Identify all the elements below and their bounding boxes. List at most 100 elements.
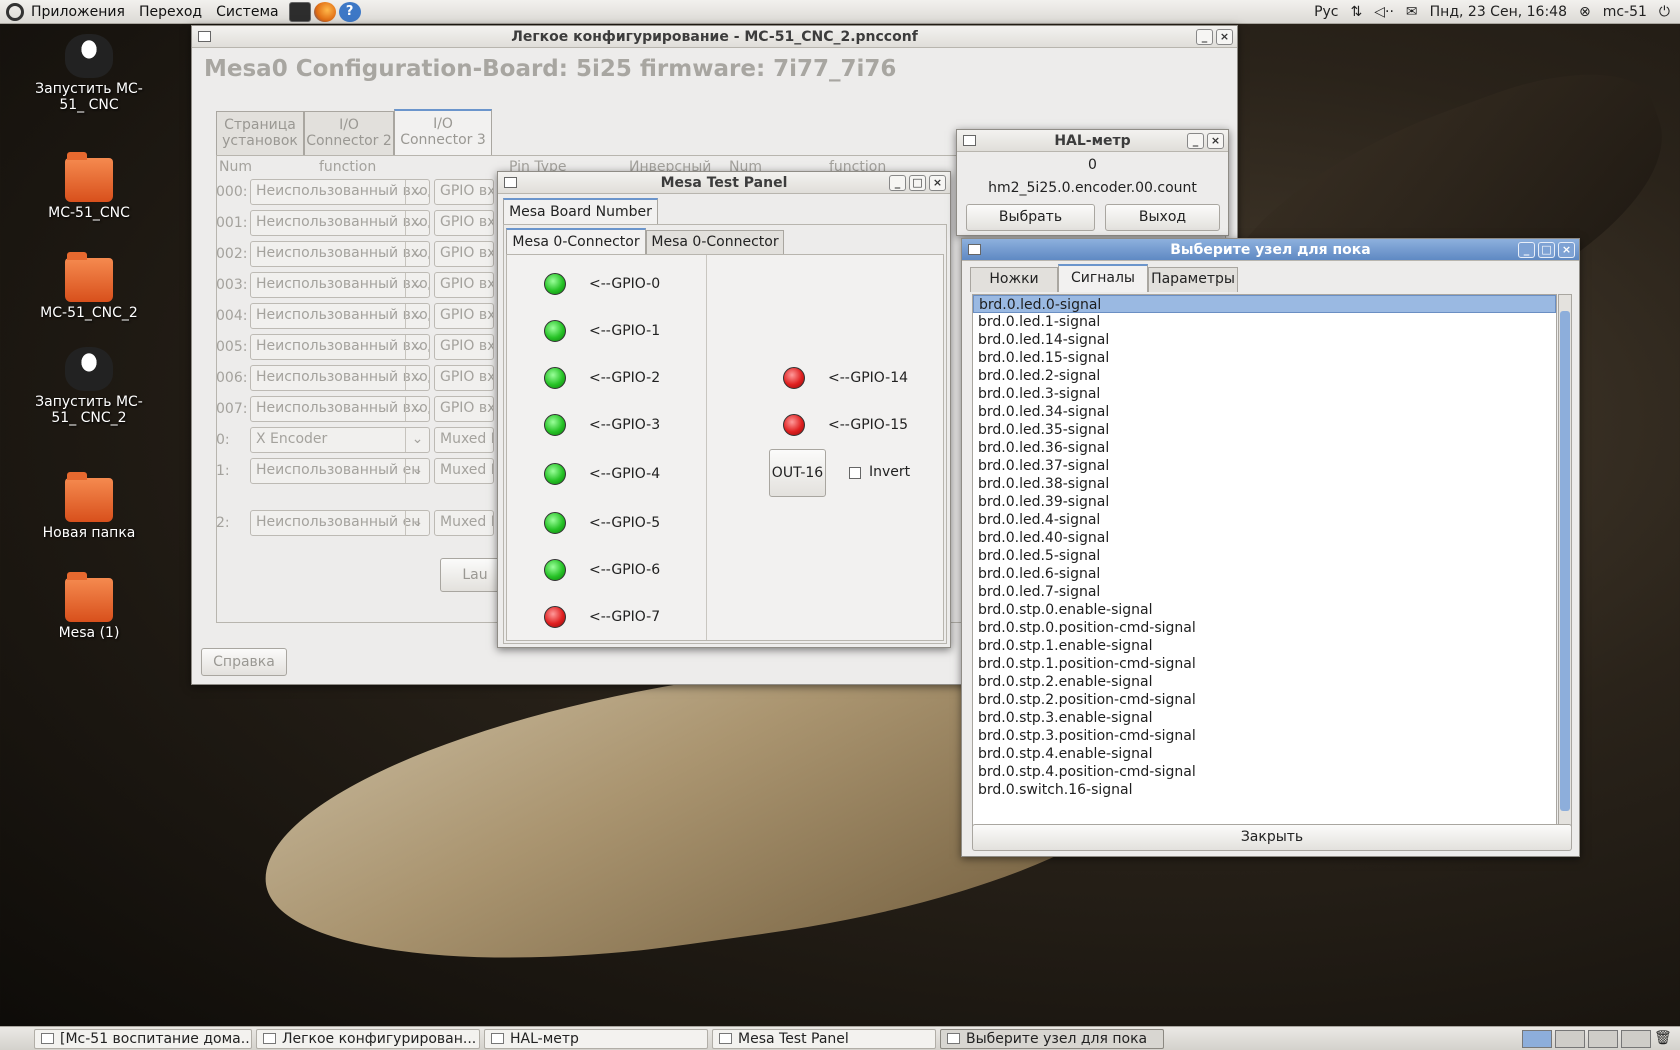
volume-icon[interactable]: ◁·· [1374, 4, 1394, 20]
list-item[interactable]: brd.0.led.35-signal [973, 421, 1556, 439]
menu-applications[interactable]: Приложения [24, 4, 132, 20]
task-signal-picker[interactable]: Выберите узел для пока [940, 1028, 1164, 1049]
list-item[interactable]: brd.0.led.38-signal [973, 475, 1556, 493]
pin-type-combo[interactable]: GPIO вх [434, 241, 494, 267]
pin-type-combo[interactable]: Muxed E [434, 427, 494, 453]
pin-type-combo[interactable]: GPIO вх [434, 396, 494, 422]
tab-io-connector-3[interactable]: I/O Connector 3 [394, 109, 492, 156]
desktop-icon-launch-cnc2[interactable]: Запустить MC-51_ CNC_2 [29, 347, 149, 426]
menu-places[interactable]: Переход [132, 4, 209, 20]
list-item[interactable]: brd.0.led.3-signal [973, 385, 1556, 403]
list-item[interactable]: brd.0.stp.2.position-cmd-signal [973, 691, 1556, 709]
menu-system[interactable]: Система [209, 4, 285, 20]
list-item[interactable]: brd.0.led.39-signal [973, 493, 1556, 511]
window-menu-icon[interactable] [963, 135, 976, 146]
list-item[interactable]: brd.0.stp.3.enable-signal [973, 709, 1556, 727]
task-hal-meter[interactable]: HAL-метр [484, 1028, 708, 1049]
list-item[interactable]: brd.0.led.37-signal [973, 457, 1556, 475]
network-icon[interactable]: ⇅ [1351, 4, 1363, 20]
list-item[interactable]: brd.0.stp.1.position-cmd-signal [973, 655, 1556, 673]
scrollbar-thumb[interactable] [1560, 311, 1570, 811]
function-combo[interactable]: Неиспользованный вход ⌄ [250, 303, 430, 329]
firefox-launcher-icon[interactable] [313, 1, 336, 22]
function-combo[interactable]: Неиспользованный вход ⌄ [250, 241, 430, 267]
signal-list[interactable]: brd.0.led.0-signal brd.0.led.1-signal br… [972, 294, 1557, 828]
exit-button[interactable]: Выход [1105, 204, 1220, 231]
desktop-icon-mesa[interactable]: Mesa (1) [29, 572, 149, 641]
ubuntu-logo-icon[interactable] [6, 2, 24, 21]
terminal-launcher-icon[interactable] [288, 1, 311, 22]
workspace-1[interactable] [1522, 1029, 1552, 1048]
list-item[interactable]: brd.0.led.6-signal [973, 565, 1556, 583]
pin-type-combo[interactable]: GPIO вх [434, 179, 494, 205]
maximize-button[interactable]: □ [909, 174, 926, 191]
user-status-icon[interactable]: ⊗ [1579, 4, 1591, 20]
help-button[interactable]: Справка [201, 648, 287, 676]
pin-type-combo[interactable]: GPIO вх [434, 365, 494, 391]
list-item[interactable]: brd.0.led.34-signal [973, 403, 1556, 421]
task-config[interactable]: Легкое конфигурирован... [256, 1028, 480, 1049]
desktop-icon-mc51-cnc[interactable]: MC-51_CNC [29, 152, 149, 221]
list-item[interactable]: brd.0.led.5-signal [973, 547, 1556, 565]
trash-icon[interactable]: 🗑 [1654, 1030, 1672, 1048]
workspace-3[interactable] [1588, 1029, 1618, 1048]
clock[interactable]: Пнд, 23 Сен, 16:48 [1430, 4, 1567, 20]
signal-picker-titlebar[interactable]: Выберите узел для пока _ □ × [962, 239, 1579, 261]
tab-signals[interactable]: Сигналы [1058, 264, 1148, 292]
close-dialog-button[interactable]: Закрыть [972, 824, 1572, 851]
hal-meter-titlebar[interactable]: HAL-метр _ × [957, 130, 1228, 152]
close-button[interactable]: × [1558, 241, 1575, 258]
maximize-button[interactable]: □ [1538, 241, 1555, 258]
minimize-button[interactable]: _ [1187, 132, 1204, 149]
select-button[interactable]: Выбрать [966, 204, 1095, 231]
window-menu-icon[interactable] [198, 31, 211, 42]
window-menu-icon[interactable] [968, 244, 981, 255]
function-combo[interactable]: Неиспользованный вход ⌄ [250, 365, 430, 391]
function-combo[interactable]: Неиспользованный вход ⌄ [250, 334, 430, 360]
list-item[interactable]: brd.0.led.2-signal [973, 367, 1556, 385]
pin-type-combo[interactable]: GPIO вх [434, 334, 494, 360]
close-button[interactable]: × [1207, 132, 1224, 149]
user-name[interactable]: mc-51 [1603, 4, 1647, 20]
mail-icon[interactable]: ✉ [1406, 4, 1418, 20]
list-item[interactable]: brd.0.stp.1.enable-signal [973, 637, 1556, 655]
list-item[interactable]: brd.0.led.36-signal [973, 439, 1556, 457]
function-combo[interactable]: Неиспользованный вход ⌄ [250, 210, 430, 236]
list-item[interactable]: brd.0.stp.3.position-cmd-signal [973, 727, 1556, 745]
test-panel-titlebar[interactable]: Mesa Test Panel _ □ × [498, 172, 950, 194]
list-item[interactable]: brd.0.led.4-signal [973, 511, 1556, 529]
pin-type-combo[interactable]: Muxed E [434, 458, 494, 484]
function-combo[interactable]: X Encoder ⌄ [250, 427, 430, 453]
pin-type-combo[interactable]: Muxed E [434, 510, 494, 536]
function-combo[interactable]: Неиспользованный ен ⌄ [250, 458, 430, 484]
help-launcher-icon[interactable]: ? [338, 1, 361, 22]
list-item[interactable]: brd.0.led.7-signal [973, 583, 1556, 601]
pin-type-combo[interactable]: GPIO вх [434, 210, 494, 236]
workspace-2[interactable] [1555, 1029, 1585, 1048]
tab-pins[interactable]: Ножки [970, 267, 1058, 292]
pin-type-combo[interactable]: GPIO вх [434, 272, 494, 298]
list-item[interactable]: brd.0.led.0-signal [973, 295, 1556, 313]
desktop-icon-mc51-cnc2[interactable]: MC-51_CNC_2 [29, 252, 149, 321]
pin-type-combo[interactable]: GPIO вх [434, 303, 494, 329]
list-item[interactable]: brd.0.stp.0.enable-signal [973, 601, 1556, 619]
desktop-icon-launch-cnc[interactable]: Запустить MC-51_ CNC [29, 34, 149, 113]
list-item[interactable]: brd.0.led.1-signal [973, 313, 1556, 331]
tab-connector-2[interactable]: Mesa 0-Connector 2 [646, 230, 784, 272]
tab-board-number-0[interactable]: Mesa Board Number 0 [503, 198, 658, 244]
function-combo[interactable]: Неиспользованный вход ⌄ [250, 396, 430, 422]
keyboard-layout[interactable]: Рус [1314, 4, 1338, 20]
tab-setup-page[interactable]: Страница установок [216, 111, 304, 155]
tab-connector-3[interactable]: Mesa 0-Connector 3 [506, 228, 646, 274]
out-16-button[interactable]: OUT-16 [769, 449, 826, 497]
workspace-switcher[interactable]: 🗑 [1522, 1029, 1680, 1048]
task-test-panel[interactable]: Mesa Test Panel [712, 1028, 936, 1049]
list-item[interactable]: brd.0.stp.2.enable-signal [973, 673, 1556, 691]
config-titlebar[interactable]: Легкое конфигурирование - MC-51_CNC_2.pn… [192, 26, 1237, 48]
function-combo[interactable]: Неиспользованный ен ⌄ [250, 510, 430, 536]
list-item[interactable]: brd.0.led.14-signal [973, 331, 1556, 349]
scrollbar[interactable] [1558, 294, 1572, 828]
list-item[interactable]: brd.0.switch.16-signal [973, 781, 1556, 799]
function-combo[interactable]: Неиспользованный вход ⌄ [250, 272, 430, 298]
workspace-4[interactable] [1621, 1029, 1651, 1048]
